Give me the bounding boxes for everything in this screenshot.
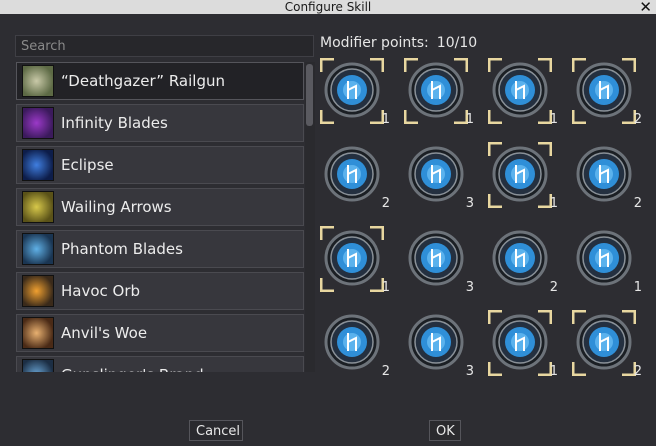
rune-icon: [492, 314, 548, 370]
infinity-blades-icon: [22, 107, 54, 139]
rune-icon: [576, 314, 632, 370]
cancel-button[interactable]: Cancel: [189, 420, 243, 441]
phantom-blades-icon: [22, 233, 54, 265]
modifier-count: 3: [465, 196, 474, 211]
rune-icon: [324, 146, 380, 202]
skill-list-scrollbar[interactable]: [305, 62, 315, 372]
modifier-points-label: Modifier points:: [320, 35, 429, 51]
modifier-count: 1: [549, 196, 558, 211]
gunslingers-brand-icon: [22, 359, 54, 372]
havoc-orb-icon: [22, 275, 54, 307]
modifier-count: 1: [381, 112, 390, 127]
rune-icon: [492, 146, 548, 202]
modifier-count: 3: [465, 280, 474, 295]
rune-icon: [576, 230, 632, 286]
modifier-count: 1: [549, 364, 558, 379]
eclipse-icon: [22, 149, 54, 181]
skill-list-item-label: Eclipse: [61, 156, 114, 174]
skill-list-item-label: Gunslinger's Brand: [61, 366, 204, 372]
window-title: Configure Skill: [284, 0, 372, 14]
railgun-icon: [22, 65, 54, 97]
rune-icon: [576, 146, 632, 202]
rune-icon: [324, 62, 380, 118]
skill-list-item[interactable]: Infinity Blades: [16, 104, 304, 142]
close-icon[interactable]: ✕: [639, 0, 652, 15]
skill-list: “Deathgazer” Railgun Infinity Blades Eclip…: [15, 62, 315, 372]
rune-icon: [492, 230, 548, 286]
skill-list-item[interactable]: “Deathgazer” Railgun: [16, 62, 304, 100]
modifier-slot[interactable]: 1: [572, 230, 644, 295]
modifier-count: 2: [633, 364, 642, 379]
modifier-slot[interactable]: 2: [572, 146, 644, 211]
skill-list-item-label: Infinity Blades: [61, 114, 168, 132]
modifier-count: 2: [549, 280, 558, 295]
modifier-slot[interactable]: 2: [572, 58, 644, 127]
skill-list-item-label: “Deathgazer” Railgun: [61, 72, 225, 90]
rune-icon: [324, 314, 380, 370]
modifier-slot[interactable]: 1: [488, 58, 560, 127]
skill-list-item-label: Phantom Blades: [61, 240, 183, 258]
modifier-slot[interactable]: 3: [404, 314, 476, 379]
skill-list-item[interactable]: Havoc Orb: [16, 272, 304, 310]
rune-icon: [408, 146, 464, 202]
scrollbar-thumb[interactable]: [306, 64, 313, 126]
modifier-count: 3: [465, 364, 474, 379]
rune-icon: [408, 230, 464, 286]
skill-list-item[interactable]: Anvil's Woe: [16, 314, 304, 352]
rune-icon: [576, 62, 632, 118]
skill-list-item[interactable]: Phantom Blades: [16, 230, 304, 268]
modifier-count: 2: [381, 196, 390, 211]
search-input[interactable]: [15, 35, 314, 57]
wailing-arrows-icon: [22, 191, 54, 223]
modifier-points: Modifier points: 10/10: [320, 35, 477, 51]
skill-list-item[interactable]: Wailing Arrows: [16, 188, 304, 226]
skill-list-item[interactable]: Gunslinger's Brand: [16, 356, 304, 372]
modifier-slot[interactable]: 2: [572, 310, 644, 379]
ok-button[interactable]: OK: [429, 420, 461, 441]
rune-icon: [324, 230, 380, 286]
modifier-slot[interactable]: 1: [320, 226, 392, 295]
rune-icon: [408, 62, 464, 118]
modifier-count: 1: [633, 280, 642, 295]
modifier-count: 2: [633, 112, 642, 127]
modifier-slot[interactable]: 1: [320, 58, 392, 127]
skill-list-item-label: Anvil's Woe: [61, 324, 148, 342]
modifier-slot[interactable]: 3: [404, 230, 476, 295]
skill-list-item-label: Wailing Arrows: [61, 198, 172, 216]
modifier-points-value: 10/10: [436, 35, 478, 51]
modifier-count: 2: [633, 196, 642, 211]
modifier-slot[interactable]: 3: [404, 146, 476, 211]
modifier-count: 1: [465, 112, 474, 127]
skill-list-item[interactable]: Eclipse: [16, 146, 304, 184]
modifier-slot[interactable]: 2: [320, 146, 392, 211]
rune-icon: [492, 62, 548, 118]
modifier-slot[interactable]: 2: [320, 314, 392, 379]
modifier-count: 2: [381, 364, 390, 379]
modifier-slot[interactable]: 2: [488, 230, 560, 295]
modifier-count: 1: [381, 280, 390, 295]
modifier-count: 1: [549, 112, 558, 127]
rune-icon: [408, 314, 464, 370]
skill-list-item-label: Havoc Orb: [61, 282, 141, 300]
anvils-woe-icon: [22, 317, 54, 349]
modifier-slot[interactable]: 1: [404, 58, 476, 127]
modifier-slot[interactable]: 1: [488, 142, 560, 211]
window-titlebar: Configure Skill ✕: [0, 0, 656, 15]
modifier-slot[interactable]: 1: [488, 310, 560, 379]
